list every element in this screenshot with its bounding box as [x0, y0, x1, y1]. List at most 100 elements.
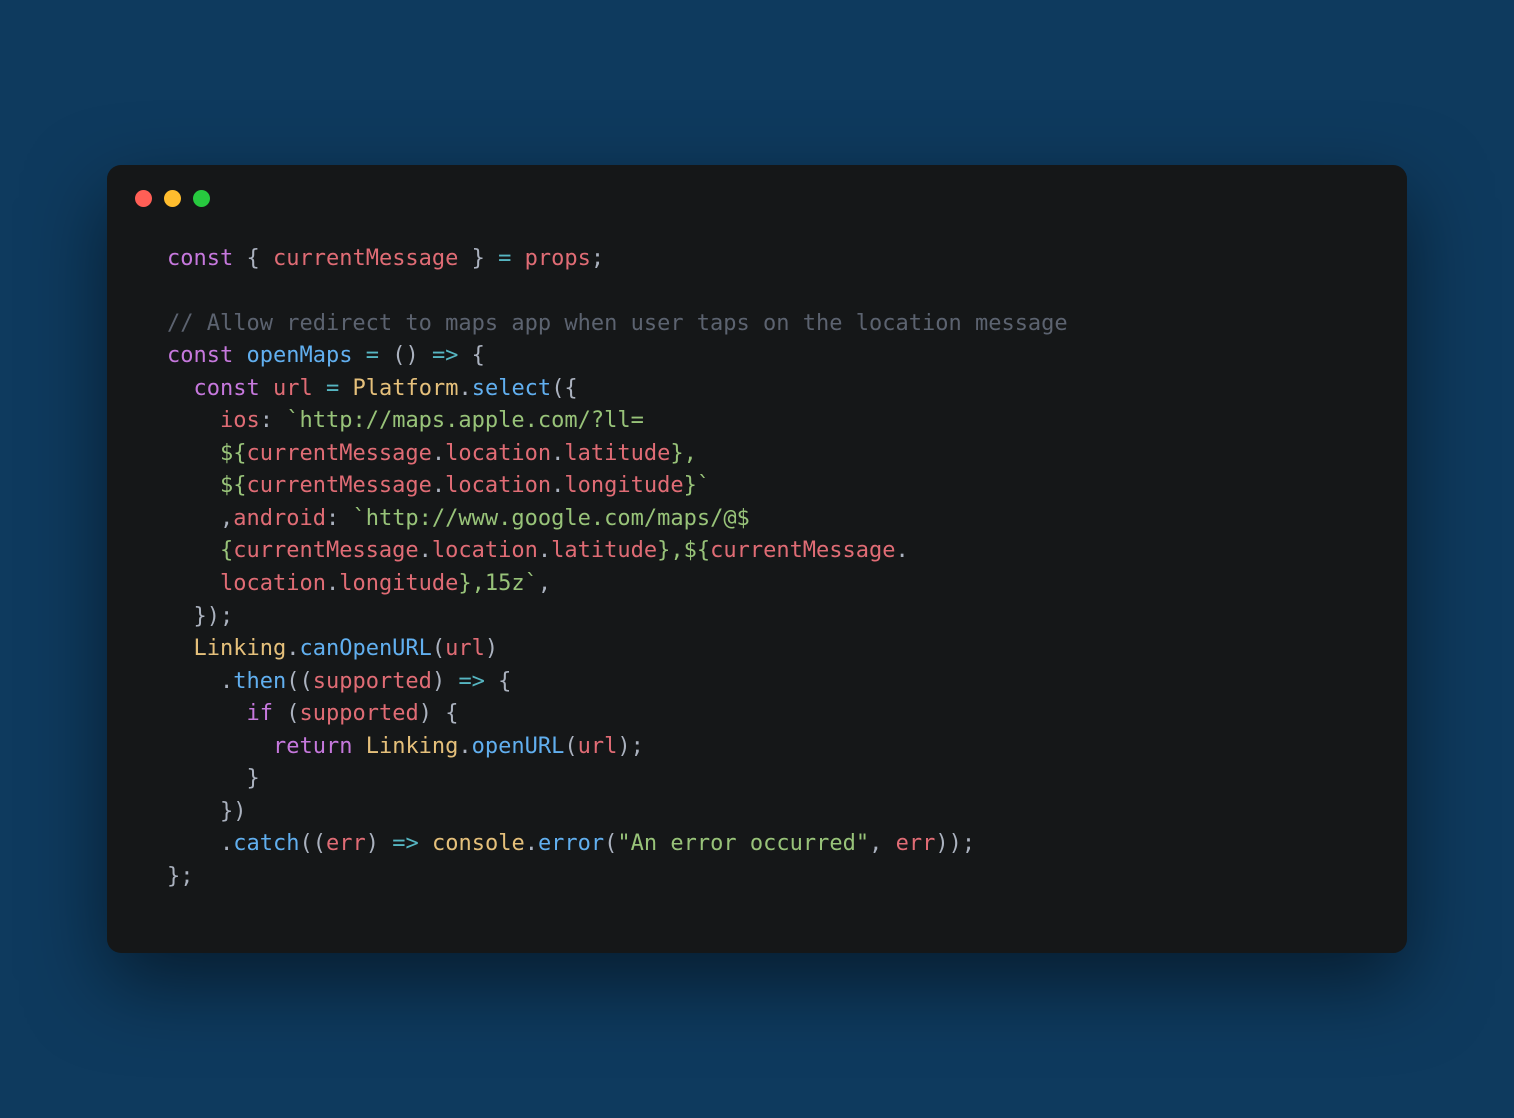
code-token-pn: . — [551, 473, 564, 498]
code-token-pn: ({ — [551, 376, 578, 401]
code-token-pn: ( — [432, 636, 445, 661]
code-token-pn: . — [896, 538, 909, 563]
code-token-fn: catch — [233, 831, 299, 856]
code-token-pn — [511, 246, 524, 271]
code-token-pn: } — [167, 766, 260, 791]
code-token-pn: ( — [273, 701, 300, 726]
code-token-pn: { — [485, 669, 512, 694]
code-token-id: err — [326, 831, 366, 856]
code-token-str — [167, 571, 220, 596]
code-token-fn: canOpenURL — [299, 636, 431, 661]
code-token-pn: )); — [935, 831, 975, 856]
code-token-pn: (( — [286, 669, 313, 694]
code-token-pn — [419, 831, 432, 856]
code-token-pn: . — [432, 441, 445, 466]
code-token-kw: const — [167, 343, 233, 368]
code-token-str: },15z` — [458, 571, 537, 596]
code-token-pn: : — [260, 408, 287, 433]
code-token-pn: , — [538, 571, 551, 596]
code-token-pn: (( — [299, 831, 326, 856]
code-token-pn — [339, 376, 352, 401]
code-token-id: currentMessage — [273, 246, 458, 271]
code-token-pn: ) { — [419, 701, 459, 726]
code-token-pn — [167, 408, 220, 433]
code-token-pn: ) — [366, 831, 393, 856]
code-token-pn: . — [458, 376, 471, 401]
code-content: const { currentMessage } = props; // All… — [107, 213, 1407, 894]
code-token-pn: { — [233, 246, 273, 271]
code-token-op: => — [432, 343, 459, 368]
code-token-cls: Linking — [366, 734, 459, 759]
minimize-icon[interactable] — [164, 190, 181, 207]
code-token-id: supported — [313, 669, 432, 694]
code-token-id: url — [578, 734, 618, 759]
code-token-pn: ; — [591, 246, 604, 271]
code-token-id: location — [432, 538, 538, 563]
code-token-pn: . — [551, 441, 564, 466]
code-token-pn: () — [379, 343, 432, 368]
code-token-op: => — [392, 831, 419, 856]
code-token-pn — [352, 734, 365, 759]
code-token-id: latitude — [551, 538, 657, 563]
code-token-kw: const — [167, 246, 233, 271]
code-token-pn: } — [458, 246, 498, 271]
code-token-op: => — [458, 669, 485, 694]
code-token-str: }` — [684, 473, 711, 498]
code-token-pn — [167, 636, 194, 661]
code-token-id: currentMessage — [233, 538, 418, 563]
code-token-pn: . — [326, 571, 339, 596]
code-token-id: latitude — [564, 441, 670, 466]
code-token-kw: const — [194, 376, 260, 401]
code-token-pn — [167, 734, 273, 759]
code-token-fn: select — [472, 376, 551, 401]
code-token-id: url — [273, 376, 313, 401]
code-token-cls: Linking — [194, 636, 287, 661]
code-token-pn: ) — [432, 669, 459, 694]
code-token-pn: }) — [167, 799, 246, 824]
code-token-fn: openMaps — [246, 343, 352, 368]
code-token-prop: ios — [220, 408, 260, 433]
code-token-pn — [260, 376, 273, 401]
code-token-id: currentMessage — [246, 441, 431, 466]
code-token-id: currentMessage — [246, 473, 431, 498]
code-token-id: longitude — [339, 571, 458, 596]
code-token-pn: . — [286, 636, 299, 661]
code-token-pn: . — [458, 734, 471, 759]
code-token-kw: return — [273, 734, 352, 759]
code-token-op: = — [498, 246, 511, 271]
code-token-pn: . — [167, 669, 233, 694]
code-token-id: props — [525, 246, 591, 271]
code-token-id: currentMessage — [710, 538, 895, 563]
code-token-pn: : — [326, 506, 353, 531]
code-token-pn — [233, 343, 246, 368]
window-titlebar — [107, 165, 1407, 213]
code-token-pn — [352, 343, 365, 368]
code-token-pn: ( — [564, 734, 577, 759]
code-token-pn: }); — [167, 604, 233, 629]
code-token-pn: , — [869, 831, 896, 856]
code-token-pn: ) — [485, 636, 498, 661]
code-token-id: location — [445, 441, 551, 466]
code-token-kw: if — [246, 701, 273, 726]
code-token-str: },${ — [657, 538, 710, 563]
code-token-pn: , — [167, 506, 233, 531]
code-token-str: "An error occurred" — [617, 831, 869, 856]
code-token-op: = — [366, 343, 379, 368]
code-token-pn: . — [419, 538, 432, 563]
code-token-pn: . — [167, 831, 233, 856]
code-token-id: err — [896, 831, 936, 856]
code-token-cls: console — [432, 831, 525, 856]
code-token-pn: . — [432, 473, 445, 498]
close-icon[interactable] — [135, 190, 152, 207]
code-token-fn: error — [538, 831, 604, 856]
code-token-pn — [167, 376, 194, 401]
code-editor-window: const { currentMessage } = props; // All… — [107, 165, 1407, 954]
code-token-pn: . — [538, 538, 551, 563]
code-token-pn: . — [525, 831, 538, 856]
code-token-cls: Platform — [352, 376, 458, 401]
code-token-id: supported — [299, 701, 418, 726]
zoom-icon[interactable] — [193, 190, 210, 207]
code-token-fn: openURL — [472, 734, 565, 759]
code-token-pn — [313, 376, 326, 401]
code-token-pn: }; — [167, 864, 194, 889]
